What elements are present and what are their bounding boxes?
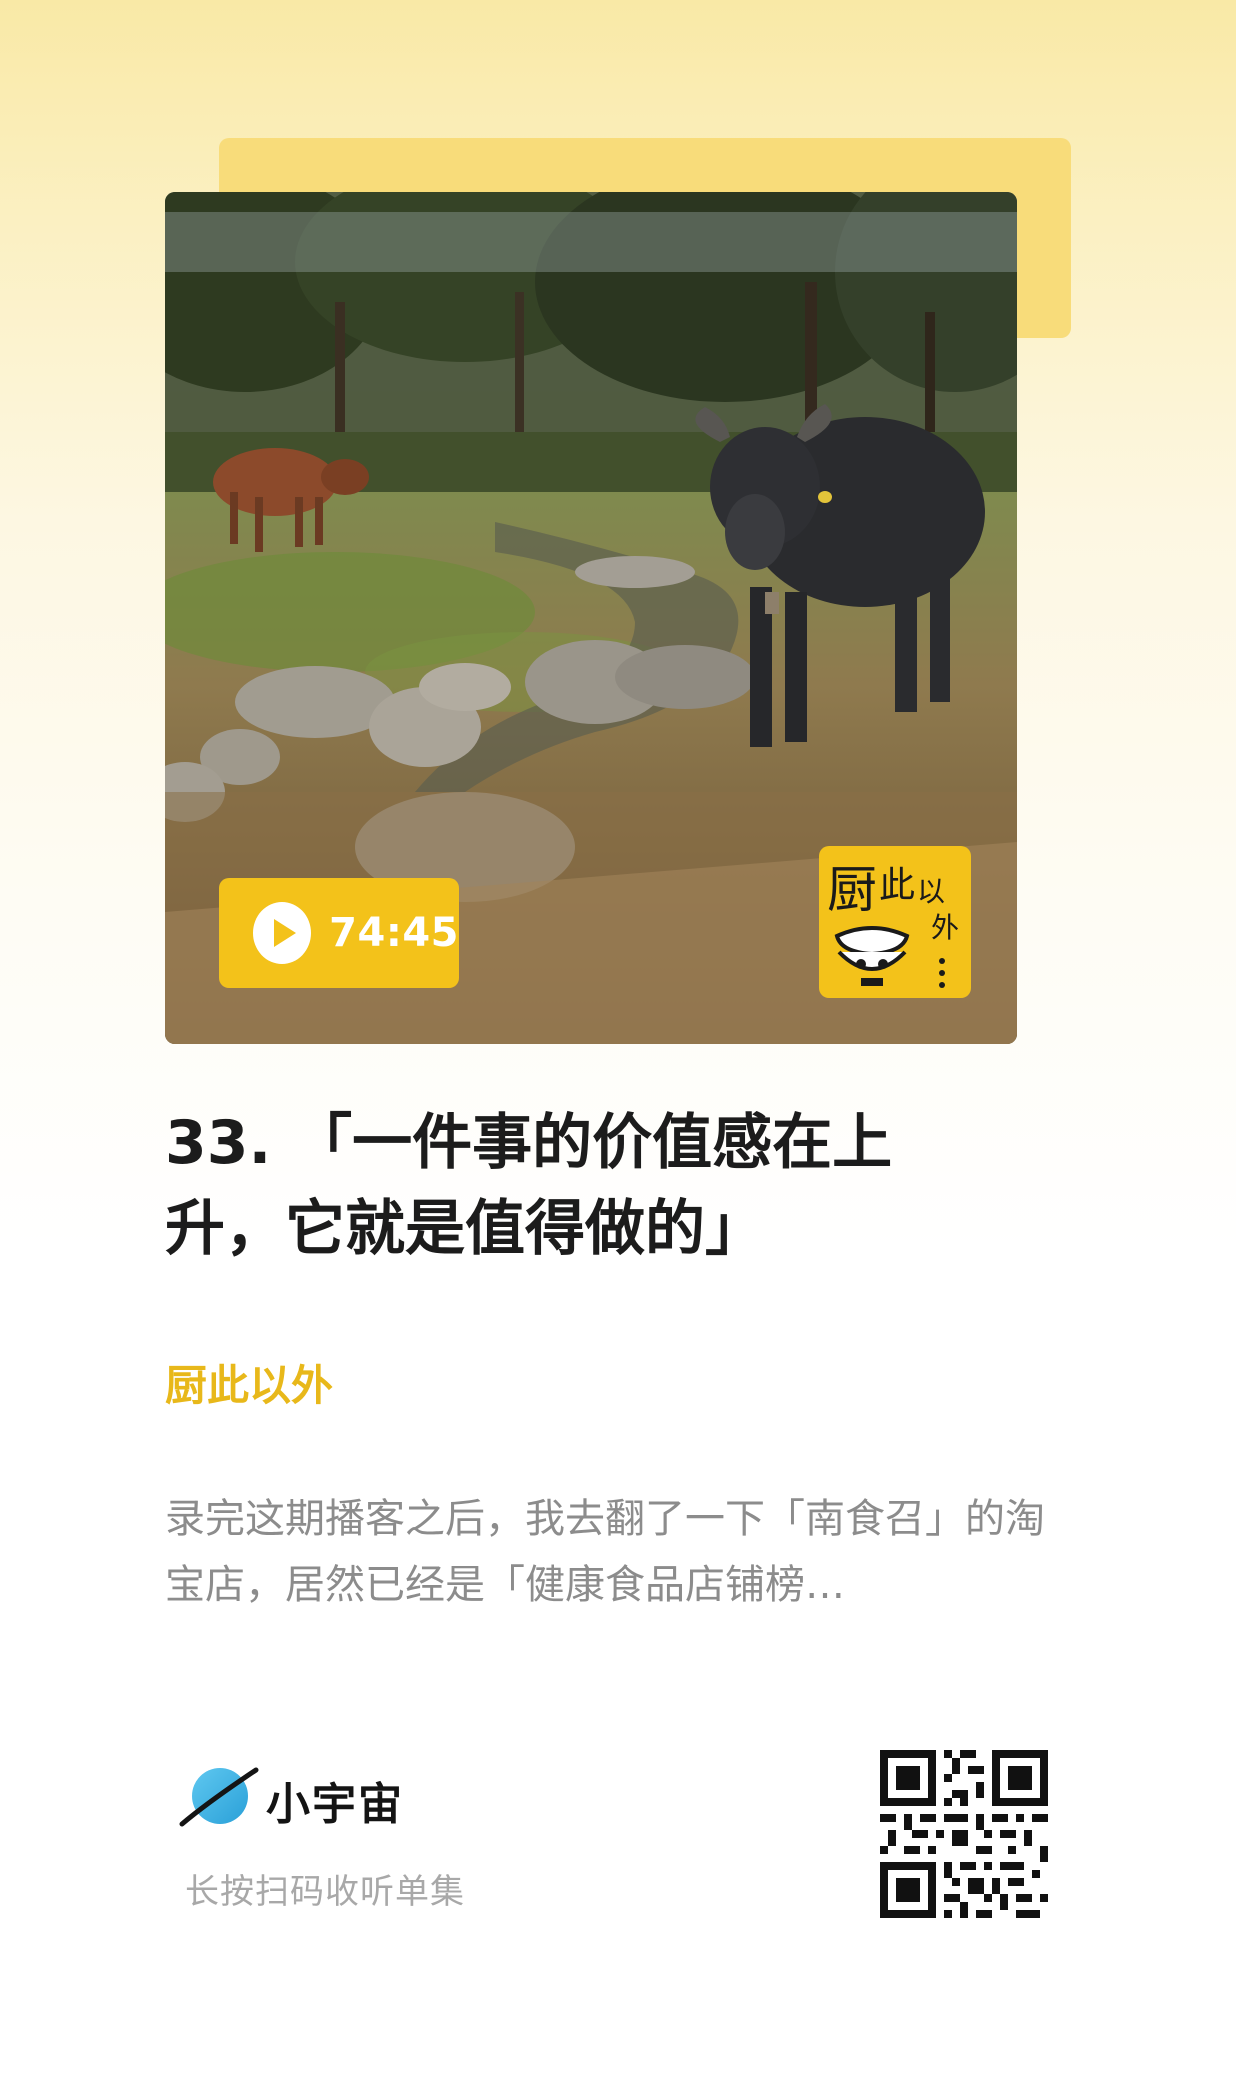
podcast-name-link[interactable]: 厨此以外 xyxy=(165,1352,333,1413)
app-name: 小宇宙 xyxy=(266,1779,404,1830)
play-icon[interactable] xyxy=(253,902,312,964)
play-duration-button[interactable]: 74:45 xyxy=(219,878,459,988)
planet-icon xyxy=(179,1767,259,1827)
more-dots-icon xyxy=(939,958,945,988)
qr-code-icon[interactable] xyxy=(880,1750,1048,1918)
bowl-icon xyxy=(834,926,910,986)
sticker-char-3: 以 xyxy=(917,875,946,908)
episode-cover[interactable]: 74:45 厨 此 以 外 xyxy=(165,192,1017,1044)
app-brand: 小宇宙 xyxy=(178,1762,458,1834)
podcast-logo-sticker: 厨 此 以 外 xyxy=(819,846,971,998)
sticker-char-2: 此 xyxy=(879,865,916,906)
episode-description: 录完这期播客之后，我去翻了一下「南食召」的淘宝店，居然已经是「健康食品店铺榜… xyxy=(165,1496,1045,1608)
sticker-char-1: 厨 xyxy=(827,861,877,919)
episode-title: 33. 「一件事的价值感在上升，它就是值得做的」 xyxy=(165,1108,893,1264)
episode-duration: 74:45 xyxy=(329,910,459,956)
scan-hint: 长按扫码收听单集 xyxy=(185,1872,465,1912)
sticker-char-4: 外 xyxy=(931,911,960,944)
